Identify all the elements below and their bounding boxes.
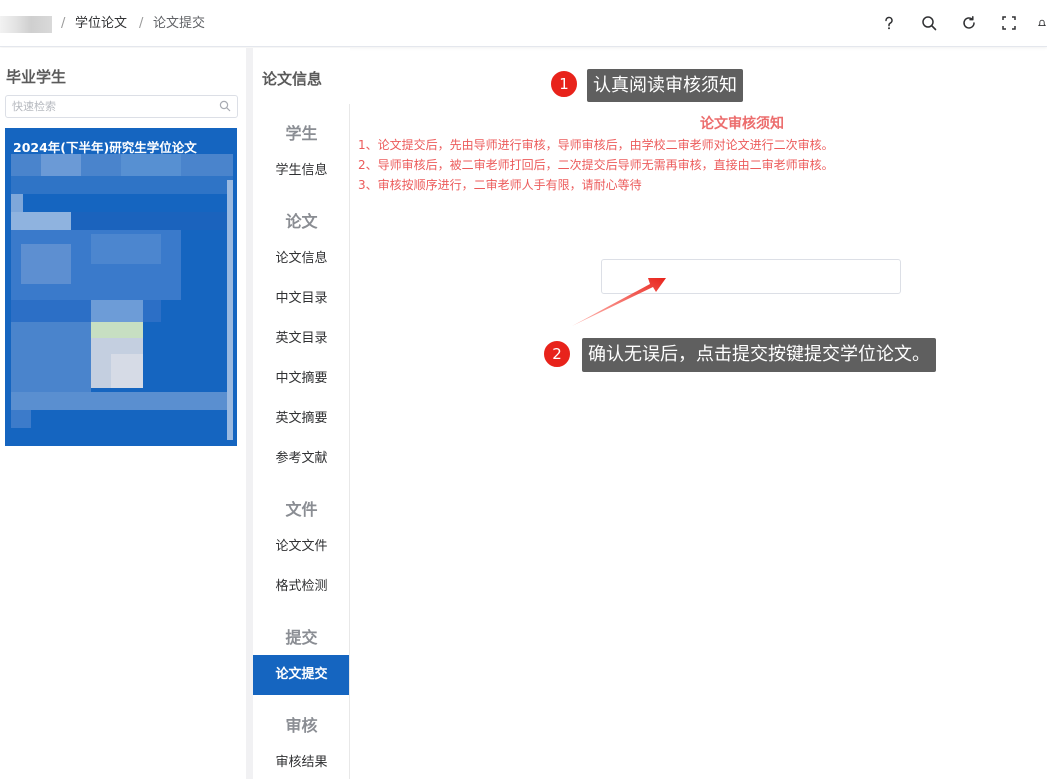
- annotation-badge-2: 2: [542, 339, 572, 369]
- notice-line: 3、审核按顺序进行，二审老师人手有限，请耐心等待: [358, 178, 642, 192]
- annotation-tip-2: 确认无误后，点击提交按键提交学位论文。: [582, 338, 936, 372]
- search-icon[interactable]: [219, 100, 231, 112]
- nav-item-thesis-submit[interactable]: 论文提交: [253, 655, 350, 695]
- help-icon[interactable]: [877, 11, 901, 35]
- breadcrumb-submit: 论文提交: [153, 16, 206, 31]
- blurred-logo: [0, 16, 52, 33]
- bell-icon[interactable]: [1033, 11, 1047, 35]
- notice-line: 1、论文提交后，先由导师进行审核，导师审核后，由学校二审老师对论文进行二次审核。: [358, 138, 834, 152]
- nav-item-thesis-files[interactable]: 论文文件: [253, 527, 350, 567]
- search-icon[interactable]: [917, 11, 941, 35]
- quick-search-input[interactable]: [6, 96, 211, 117]
- nav-item-references[interactable]: 参考文献: [253, 439, 350, 479]
- nav-group-submit: 提交: [285, 628, 318, 647]
- nav-group-review: 审核: [285, 716, 318, 735]
- nav-item-thesis-info[interactable]: 论文信息: [253, 239, 350, 279]
- nav-item-format-check[interactable]: 格式检测: [253, 567, 350, 607]
- thesis-nav: 论文信息 学生 学生信息 论文 论文信息 中文目录 英文目录 中文摘要 英文摘要…: [253, 48, 350, 779]
- fullscreen-icon[interactable]: [997, 11, 1021, 35]
- nav-group-files: 文件: [285, 500, 318, 519]
- top-bar: / 学位论文 / 论文提交: [0, 0, 1047, 47]
- nav-item-student-info[interactable]: 学生信息: [253, 151, 350, 191]
- annotation-badge-1: 1: [549, 69, 579, 99]
- annotation-tip-1: 认真阅读审核须知: [587, 69, 743, 102]
- breadcrumb-separator: /: [61, 16, 66, 31]
- panel-title: 毕业学生: [6, 68, 67, 86]
- nav-item-english-abstract[interactable]: 英文摘要: [253, 399, 350, 439]
- nav-item-review-result[interactable]: 审核结果: [253, 743, 350, 783]
- refresh-icon[interactable]: [957, 11, 981, 35]
- submit-thesis-button[interactable]: [601, 259, 901, 294]
- panel-divider: [246, 48, 253, 779]
- thesis-batch-card[interactable]: 2024年(下半年)研究生学位论文: [5, 128, 237, 446]
- notice-title: 论文审核须知: [700, 116, 784, 132]
- nav-group-thesis: 论文: [285, 212, 318, 231]
- breadcrumb-thesis[interactable]: 学位论文: [75, 15, 127, 33]
- nav-item-chinese-toc[interactable]: 中文目录: [253, 279, 350, 319]
- nav-group-student: 学生: [285, 124, 318, 143]
- quick-search-box[interactable]: [5, 95, 238, 118]
- blurred-student-list: [11, 154, 233, 440]
- nav-header: 论文信息: [262, 70, 323, 88]
- breadcrumb-separator: /: [139, 16, 144, 31]
- student-panel: 毕业学生 2024年(下半年)研究生学位论文: [0, 48, 246, 779]
- nav-divider: [349, 104, 350, 779]
- notice-line: 2、导师审核后，被二审老师打回后，二次提交后导师无需再审核，直接由二审老师审核。: [358, 158, 834, 172]
- nav-item-english-toc[interactable]: 英文目录: [253, 319, 350, 359]
- nav-item-chinese-abstract[interactable]: 中文摘要: [253, 359, 350, 399]
